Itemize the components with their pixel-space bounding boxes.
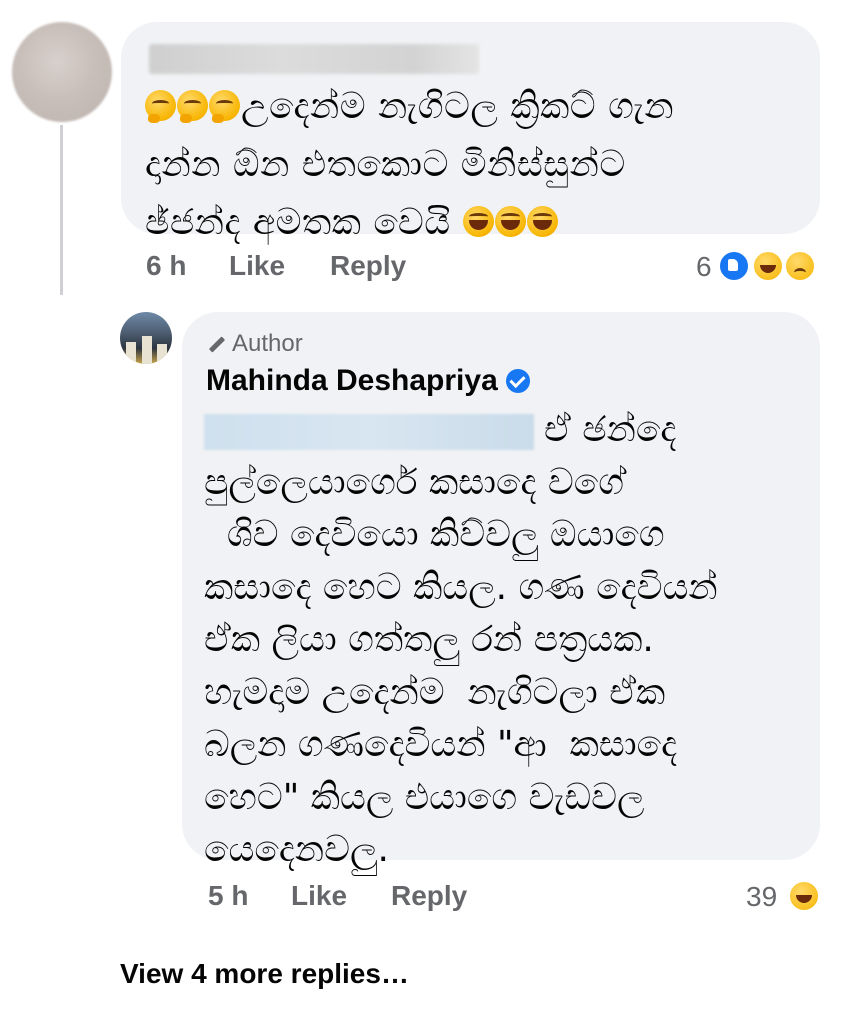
thinking-face-emoji xyxy=(177,90,208,123)
sad-reaction-icon xyxy=(784,250,816,282)
comment-text-line: උදෙන්ම නැගිටල ක්‍රිකට් ගැන xyxy=(241,86,675,127)
reply-author: Mahinda Deshapriya xyxy=(206,364,530,398)
like-reaction-icon xyxy=(718,250,750,282)
reply-button[interactable]: Reply xyxy=(391,880,467,912)
haha-reaction-icon xyxy=(788,880,820,912)
reply-text-line: බලන ගණදෙවියන් "ආ කසාදෙ xyxy=(204,724,678,765)
reply-timestamp[interactable]: 5 h xyxy=(208,880,248,912)
reply-text-line: කසාදෙ හෙට කියල. ගණ දෙවියන් xyxy=(204,566,718,608)
comment-timestamp[interactable]: 6 h xyxy=(146,250,186,282)
reply-bubble: Author Mahinda Deshapriya ඒ ඡන්දෙ පුල්ලෙ… xyxy=(182,312,820,870)
commenter-name-redacted[interactable] xyxy=(149,44,479,74)
author-avatar[interactable] xyxy=(120,312,172,364)
view-more-replies-link[interactable]: View 4 more replies… xyxy=(120,958,409,990)
thinking-face-emoji xyxy=(145,90,176,123)
verified-badge-icon xyxy=(505,369,530,393)
commenter-avatar[interactable] xyxy=(12,22,112,122)
reply-text-line: ශිව දෙවියො කිව්වලු ඔයාගෙ xyxy=(204,514,665,555)
reply-author-name[interactable]: Mahinda Deshapriya xyxy=(206,364,498,398)
like-button[interactable]: Like xyxy=(229,250,285,282)
rolling-laughing-emoji xyxy=(494,206,526,237)
reply-text-line: ඒ ඡන්දෙ xyxy=(544,409,677,450)
author-badge-label: Author xyxy=(232,330,303,357)
comment-text: උදෙන්ම නැගිටල ක්‍රිකට් ගැන දාන්න ඕන එතකො… xyxy=(145,78,805,252)
author-badge: Author xyxy=(206,330,303,358)
reaction-count[interactable]: 39 xyxy=(746,881,777,913)
like-button[interactable]: Like xyxy=(291,880,347,912)
reply-text-line: යෙදෙනවලු. xyxy=(204,829,389,870)
reply-text-line: හැමදාම උදෙන්ම නැගිටලා ඒක xyxy=(204,671,666,713)
reply-text-line: පුල්ලෙයාර්ගෙ කසාදෙ වගේ xyxy=(204,461,625,503)
reply-text: ඒ ඡන්දෙ පුල්ලෙයාර්ගෙ කසාදෙ වගේ ශිව දෙවිය… xyxy=(204,404,804,877)
comment-text-line: ඡ්ජන්ද අමතක වෙයි xyxy=(145,202,451,243)
reply-text-line: ඒක ලියා ගත්තලු රන් පත්‍රයක. xyxy=(204,619,654,660)
comment-text-line: දාන්න ඕන එතකොට මිනිස්සුන්ට xyxy=(145,144,626,185)
rolling-laughing-emoji xyxy=(462,206,494,237)
pencil-icon xyxy=(206,335,224,353)
reply-text-line: හෙට" කියල එයාගෙ වැඩවල xyxy=(204,776,645,818)
comment-bubble: උදෙන්ම නැගිටල ක්‍රිකට් ගැන දාන්න ඕන එතකො… xyxy=(121,22,820,243)
rolling-laughing-emoji xyxy=(526,206,558,237)
haha-reaction-icon xyxy=(752,250,784,282)
reply-actions: 5 h Like Reply xyxy=(0,880,846,920)
thinking-face-emoji xyxy=(209,90,240,123)
reaction-count[interactable]: 6 xyxy=(696,251,712,283)
reply-button[interactable]: Reply xyxy=(330,250,406,282)
